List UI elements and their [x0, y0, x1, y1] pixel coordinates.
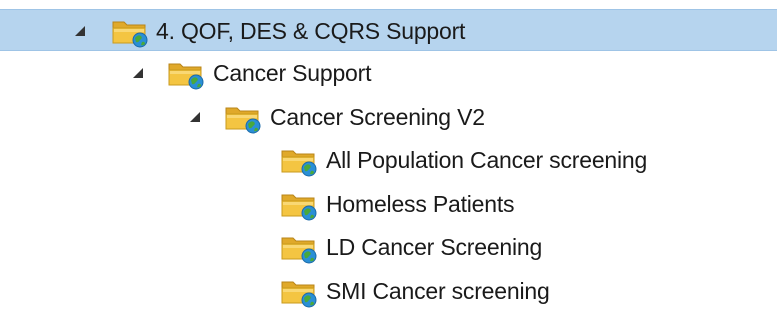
folder-globe-icon	[280, 232, 318, 264]
tree-node-label: Cancer Support	[213, 60, 372, 86]
tree-node-all-population-cancer-screening[interactable]: All Population Cancer screening	[0, 139, 777, 181]
folder-tree: 4. QOF, DES & CQRS Support Cancer Suppor…	[0, 0, 777, 308]
expanded-triangle-icon[interactable]	[188, 110, 202, 124]
tree-node-cancer-screening-v2[interactable]: Cancer Screening V2	[0, 96, 777, 138]
tree-node-label: Cancer Screening V2	[270, 104, 485, 130]
tree-node-label: 4. QOF, DES & CQRS Support	[156, 18, 466, 44]
tree-node-qof-des-cqrs-support[interactable]: 4. QOF, DES & CQRS Support	[0, 9, 777, 51]
folder-globe-icon	[167, 58, 205, 90]
tree-node-cancer-support[interactable]: Cancer Support	[0, 52, 777, 94]
tree-node-label: All Population Cancer screening	[326, 147, 648, 173]
folder-globe-icon	[280, 276, 318, 308]
folder-globe-icon	[280, 145, 318, 177]
folder-globe-icon	[111, 16, 149, 48]
tree-node-homeless-patients[interactable]: Homeless Patients	[0, 183, 777, 225]
folder-globe-icon	[224, 102, 262, 134]
folder-globe-icon	[280, 189, 318, 221]
expanded-triangle-icon[interactable]	[131, 66, 145, 80]
tree-node-label: Homeless Patients	[326, 191, 515, 217]
tree-node-label: LD Cancer Screening	[326, 234, 543, 260]
expanded-triangle-icon[interactable]	[73, 24, 87, 38]
tree-node-ld-cancer-screening[interactable]: LD Cancer Screening	[0, 226, 777, 268]
